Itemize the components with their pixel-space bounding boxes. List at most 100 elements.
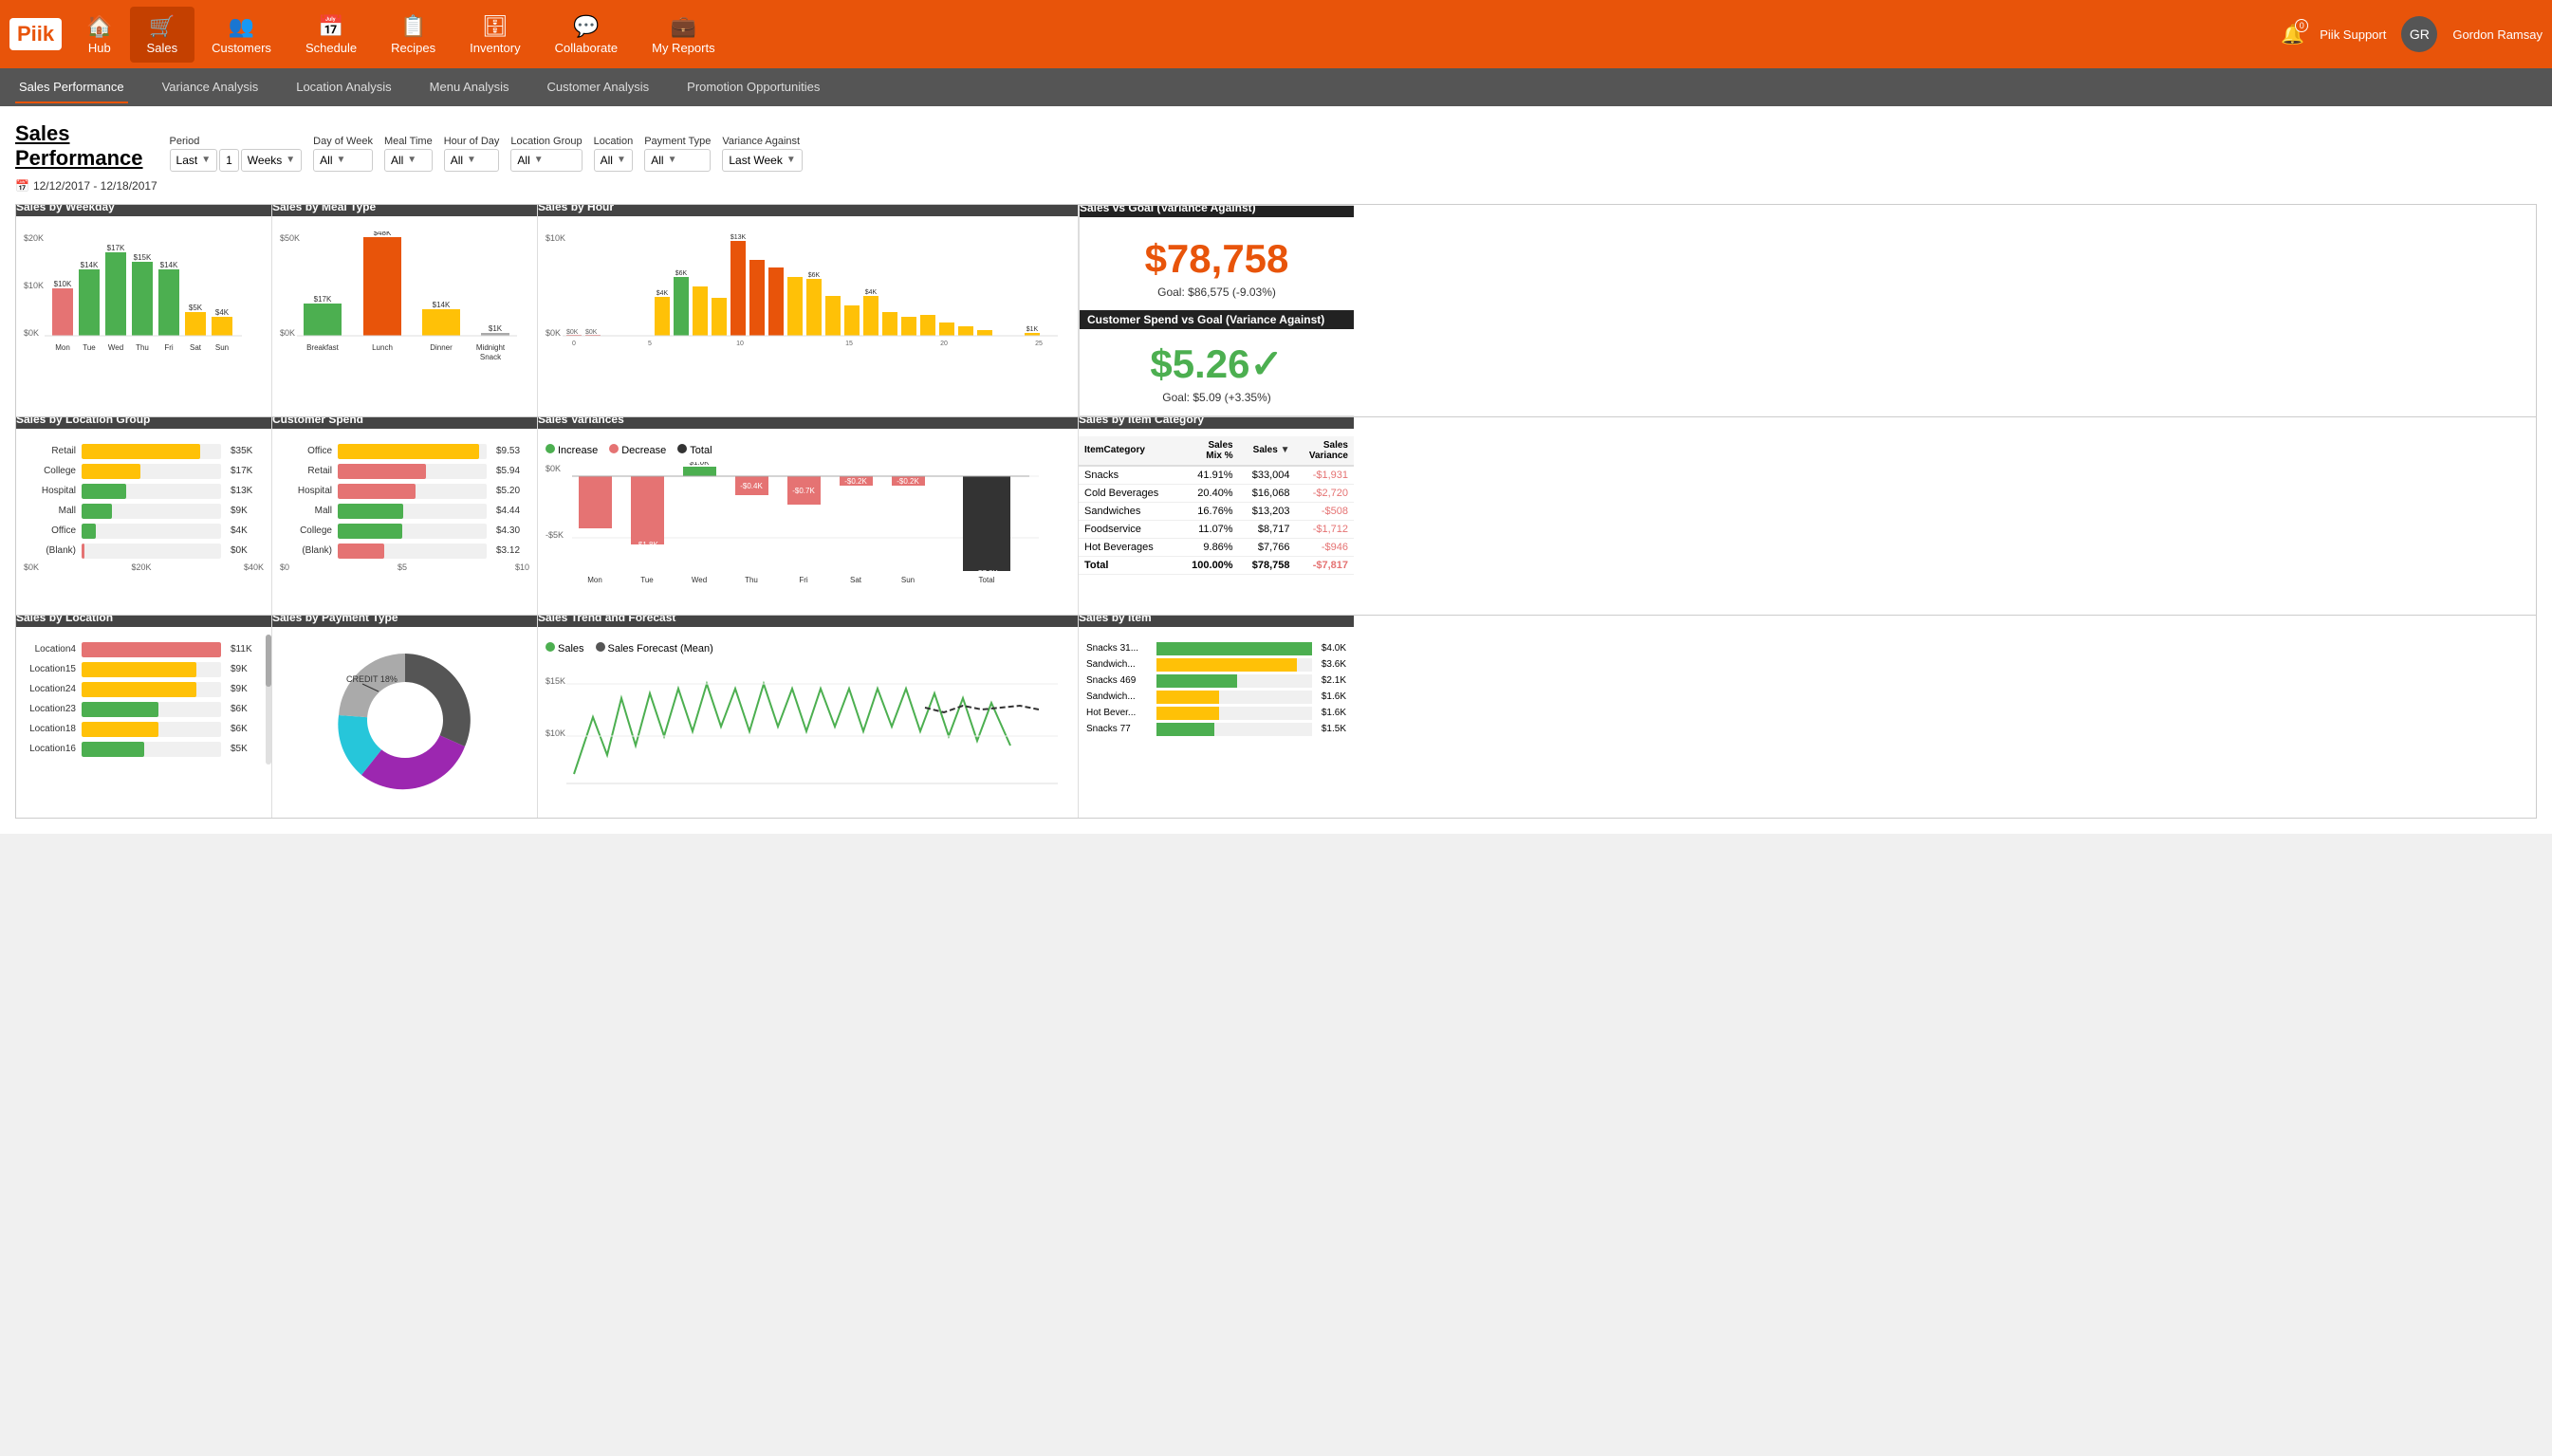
svg-text:Wed: Wed bbox=[108, 343, 123, 352]
location-blank-row: (Blank) $0K bbox=[24, 544, 264, 559]
svg-text:$14K: $14K bbox=[160, 261, 178, 269]
svg-text:$10K: $10K bbox=[24, 281, 44, 290]
nav-recipes[interactable]: 📋 Recipes bbox=[374, 7, 453, 63]
day-of-week-label: Day of Week bbox=[313, 136, 373, 147]
col-variance: SalesVariance bbox=[1295, 436, 1354, 466]
location18-row: Location18 $6K bbox=[24, 722, 264, 737]
item-list: Snacks 31... $4.0K Sandwich... $3.6K Sna… bbox=[1086, 642, 1346, 736]
period-number-select[interactable]: 1 bbox=[219, 149, 239, 172]
location-bars: Location4 $11K Location15 $9K Location24… bbox=[24, 642, 264, 757]
svg-text:Snack: Snack bbox=[480, 353, 502, 361]
svg-text:Midnight: Midnight bbox=[476, 343, 506, 352]
location-select[interactable]: All ▼ bbox=[594, 149, 634, 172]
location-group-bars: Retail $35K College $17K Hospital $13K bbox=[24, 444, 264, 559]
nav-customers[interactable]: 👥 Customers bbox=[194, 7, 288, 63]
avatar[interactable]: GR bbox=[2401, 16, 2437, 52]
charts-row-3: Sales by Location Location4 $11K Locatio… bbox=[15, 616, 2537, 819]
sales-by-hour-chart: $10K $0K 0 5 $4K $6K bbox=[546, 231, 1072, 378]
svg-text:Sun: Sun bbox=[215, 343, 229, 352]
svg-text:$4K: $4K bbox=[865, 289, 878, 296]
svg-text:$4K: $4K bbox=[656, 290, 669, 297]
location23-row: Location23 $6K bbox=[24, 702, 264, 717]
recipes-icon: 📋 bbox=[400, 14, 426, 39]
svg-text:Sat: Sat bbox=[850, 576, 862, 584]
svg-text:$6K: $6K bbox=[675, 270, 688, 277]
support-label[interactable]: Piik Support bbox=[2320, 28, 2386, 42]
filter-day-of-week: Day of Week All ▼ bbox=[313, 136, 373, 172]
page-title: Sales Performance bbox=[15, 121, 143, 172]
spend-retail-row: Retail $5.94 bbox=[280, 464, 529, 479]
nav-hub[interactable]: 🏠 Hub bbox=[69, 7, 129, 63]
nav-inventory[interactable]: 🗄 Inventory bbox=[453, 7, 537, 63]
table-row: Cold Beverages20.40%$16,068-$2,720 bbox=[1079, 484, 1354, 502]
svg-text:$1K: $1K bbox=[1026, 326, 1039, 333]
svg-text:$0K: $0K bbox=[546, 464, 561, 473]
svg-text:Dinner: Dinner bbox=[430, 343, 453, 352]
sales-by-item-title: Sales by Item bbox=[1079, 616, 1354, 627]
item-snacks469-row: Snacks 469 $2.1K bbox=[1086, 674, 1346, 688]
period-unit-select[interactable]: Weeks ▼ bbox=[241, 149, 302, 172]
location-group-label: Location Group bbox=[510, 136, 582, 147]
user-name: Gordon Ramsay bbox=[2452, 28, 2543, 42]
day-of-week-select[interactable]: All ▼ bbox=[313, 149, 373, 172]
svg-text:$0K: $0K bbox=[566, 329, 579, 336]
sales-by-hour-panel: Sales by Hour $10K $0K 0 5 $4K bbox=[538, 205, 1079, 416]
notification-bell[interactable]: 🔔 0 bbox=[2281, 23, 2304, 46]
sales-by-location-panel: Sales by Location Location4 $11K Locatio… bbox=[16, 616, 272, 818]
customer-spend-x-axis: $0$5$10 bbox=[280, 562, 529, 572]
logo[interactable]: Piik bbox=[9, 18, 62, 50]
nav-my-reports[interactable]: 💼 My Reports bbox=[635, 7, 731, 63]
sub-nav-customer-analysis[interactable]: Customer Analysis bbox=[544, 72, 654, 103]
meal-time-select[interactable]: All ▼ bbox=[384, 149, 433, 172]
inventory-icon: 🗄 bbox=[482, 14, 509, 39]
sales-by-weekday-panel: Sales by Weekday $20K $10K $0K $10K Mon … bbox=[16, 205, 272, 416]
period-last-select[interactable]: Last ▼ bbox=[170, 149, 218, 172]
table-row: Hot Beverages9.86%$7,766-$946 bbox=[1079, 538, 1354, 556]
table-row: Foodservice11.07%$8,717-$1,712 bbox=[1079, 520, 1354, 538]
nav-collaborate[interactable]: 💬 Collaborate bbox=[538, 7, 636, 63]
svg-text:Tue: Tue bbox=[640, 576, 654, 584]
svg-text:$5K: $5K bbox=[189, 304, 203, 312]
svg-text:20: 20 bbox=[940, 341, 948, 347]
variance-against-select[interactable]: Last Week ▼ bbox=[722, 149, 802, 172]
svg-text:Fri: Fri bbox=[164, 343, 174, 352]
sales-vs-goal-title: Sales vs Goal (Variance Against) bbox=[1079, 205, 1354, 217]
sub-nav-location-analysis[interactable]: Location Analysis bbox=[292, 72, 395, 103]
kpi-panel: Sales vs Goal (Variance Against) $78,758… bbox=[1079, 205, 1354, 416]
nav-schedule[interactable]: 📅 Schedule bbox=[288, 7, 374, 63]
svg-text:-$0.2K: -$0.2K bbox=[844, 477, 867, 486]
sub-nav-menu-analysis[interactable]: Menu Analysis bbox=[426, 72, 513, 103]
svg-text:$0K: $0K bbox=[585, 329, 598, 336]
customer-spend-title: Customer Spend bbox=[272, 417, 538, 429]
table-row: Snacks41.91%$33,004-$1,931 bbox=[1079, 466, 1354, 485]
filter-meal-time: Meal Time All ▼ bbox=[384, 136, 433, 172]
payment-type-select[interactable]: All ▼ bbox=[644, 149, 711, 172]
svg-text:Breakfast: Breakfast bbox=[306, 343, 340, 352]
item-snacks77-row: Snacks 77 $1.5K bbox=[1086, 723, 1346, 736]
svg-text:Tue: Tue bbox=[83, 343, 96, 352]
svg-text:$14K: $14K bbox=[433, 301, 451, 309]
hour-of-day-select[interactable]: All ▼ bbox=[444, 149, 500, 172]
svg-text:-$5K: -$5K bbox=[546, 530, 564, 540]
svg-text:Lunch: Lunch bbox=[372, 343, 393, 352]
sales-by-meal-type-chart: $50K $0K $17K Breakfast $48K Lunch $14K … bbox=[280, 231, 522, 378]
collaborate-icon: 💬 bbox=[573, 14, 599, 39]
customers-icon: 👥 bbox=[229, 14, 254, 39]
sub-nav-sales-performance[interactable]: Sales Performance bbox=[15, 72, 128, 103]
my-reports-icon: 💼 bbox=[671, 14, 696, 39]
svg-text:CREDIT 18%: CREDIT 18% bbox=[346, 674, 398, 684]
location-group-select[interactable]: All ▼ bbox=[510, 149, 582, 172]
svg-text:10: 10 bbox=[736, 341, 744, 347]
spend-blank-row: (Blank) $3.12 bbox=[280, 544, 529, 559]
filter-payment-type: Payment Type All ▼ bbox=[644, 136, 711, 172]
location-label: Location bbox=[594, 136, 634, 147]
nav-sales[interactable]: 🛒 Sales bbox=[130, 7, 195, 63]
nav-right: 🔔 0 Piik Support GR Gordon Ramsay bbox=[2281, 16, 2543, 52]
filter-variance-against: Variance Against Last Week ▼ bbox=[722, 136, 802, 172]
filter-period: Period Last ▼ 1 Weeks ▼ bbox=[170, 136, 303, 172]
location-hospital-row: Hospital $13K bbox=[24, 484, 264, 499]
sales-trend-chart: $15K $10K bbox=[546, 660, 1058, 807]
location24-row: Location24 $9K bbox=[24, 682, 264, 697]
sub-nav-variance-analysis[interactable]: Variance Analysis bbox=[158, 72, 263, 103]
sub-nav-promotion-opportunities[interactable]: Promotion Opportunities bbox=[683, 72, 823, 103]
